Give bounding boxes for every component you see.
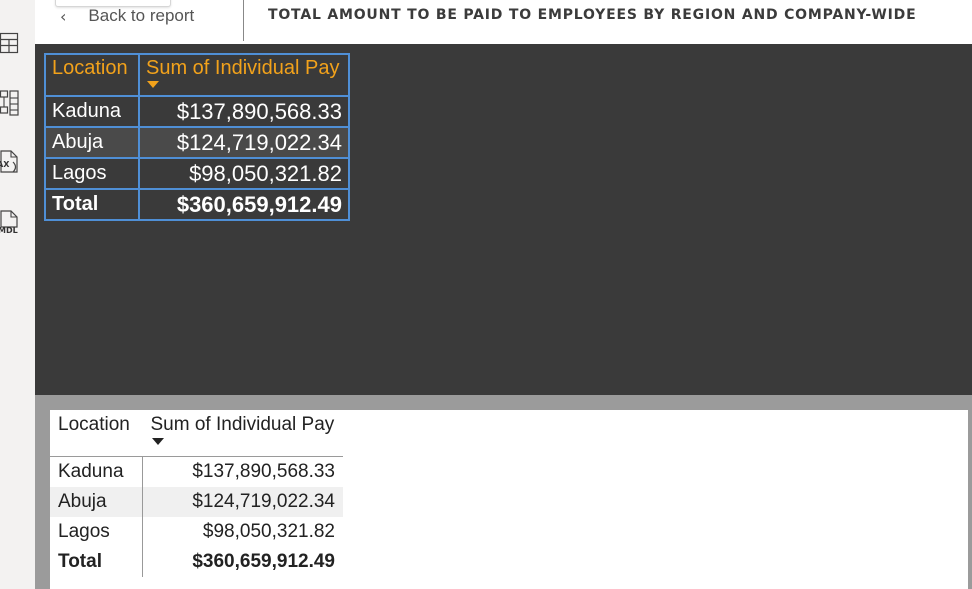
chevron-left-icon: ‹ [60,6,67,26]
dark-report-canvas: Location Sum of Individual Pay Kaduna $1… [35,44,972,395]
pay-cell: $98,050,321.82 [202,521,335,542]
location-cell: Lagos [44,157,140,190]
tmdl-caption: MDL [0,226,18,235]
table-view-icon[interactable] [0,32,22,58]
pay-cell: $124,719,022.34 [138,126,350,159]
page-title: TOTAL AMOUNT TO BE PAID TO EMPLOYEES BY … [268,7,917,23]
total-pay-cell: $360,659,912.49 [192,551,335,572]
light-table-header-row: Location Sum of Individual Pay [50,410,343,457]
back-to-report-label: Back to report [88,6,195,25]
table-row: Abuja $124,719,022.34 [50,487,343,517]
tmdl-view-icon[interactable]: MDL [0,210,22,236]
sort-descending-icon[interactable] [147,81,159,88]
pay-cell: $137,890,568.33 [138,95,350,128]
light-report-panel: Location Sum of Individual Pay Kaduna $1… [50,410,968,589]
pay-cell: $98,050,321.82 [138,157,350,190]
location-cell: Abuja [44,126,140,159]
table-row: Kaduna $137,890,568.33 [50,456,343,487]
dark-column-header-pay-label: Sum of Individual Pay [146,57,340,79]
light-column-header-pay-label: Sum of Individual Pay [150,414,335,435]
total-row: Total $360,659,912.49 [50,547,343,577]
light-table-visual[interactable]: Location Sum of Individual Pay Kaduna $1… [50,410,343,577]
light-column-header-location[interactable]: Location [50,410,143,457]
location-cell: Kaduna [50,456,143,487]
model-tree-icon[interactable] [0,90,22,116]
back-to-report-button[interactable]: ‹ Back to report [60,4,194,28]
dark-table-header-row: Location Sum of Individual Pay [44,53,350,97]
dark-column-header-pay[interactable]: Sum of Individual Pay [138,53,350,97]
dax-caption: AX [0,160,10,169]
location-cell: Lagos [50,517,143,547]
dark-column-header-location[interactable]: Location [44,53,140,97]
table-row: Kaduna $137,890,568.33 [44,95,350,128]
dark-table-visual[interactable]: Location Sum of Individual Pay Kaduna $1… [44,53,350,221]
table-row: Lagos $98,050,321.82 [50,517,343,547]
sort-descending-icon[interactable] [151,438,164,445]
total-pay-cell: $360,659,912.49 [138,188,350,221]
table-row: Abuja $124,719,022.34 [44,126,350,159]
dax-query-icon[interactable]: AX [0,150,22,176]
left-rail: AX MDL [0,0,36,589]
pay-cell: $137,890,568.33 [142,456,343,487]
pay-cell: $124,719,022.34 [142,487,343,517]
location-cell: Abuja [50,487,143,517]
total-label-cell: Total [44,188,140,221]
table-row: Lagos $98,050,321.82 [44,157,350,190]
location-cell: Kaduna [44,95,140,128]
total-row: Total $360,659,912.49 [44,188,350,221]
header-divider [243,0,244,41]
total-label-cell: Total [50,547,143,577]
light-column-header-pay[interactable]: Sum of Individual Pay [143,410,344,457]
